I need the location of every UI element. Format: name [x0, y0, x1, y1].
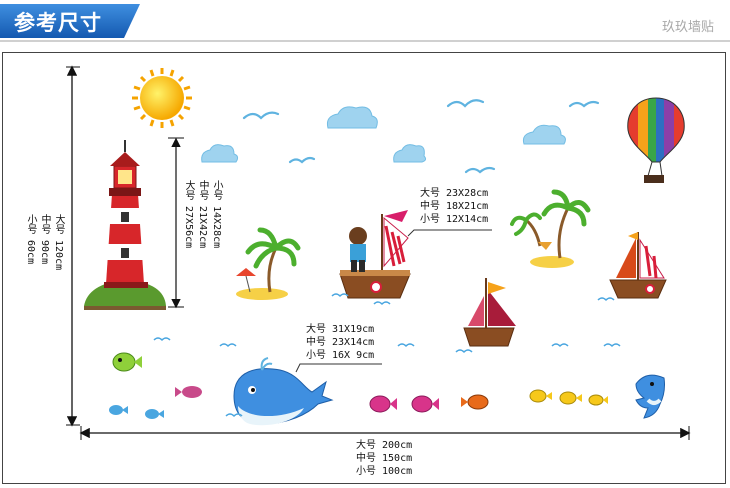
boat-small-label: 小号 12X14cm	[420, 214, 489, 225]
cloud-icon	[393, 144, 427, 163]
whale-large-label: 大号 31X19cm	[306, 324, 375, 335]
height-dimension-line	[66, 65, 80, 427]
fish-icon	[369, 395, 397, 413]
dolphin-icon	[635, 374, 665, 419]
cloud-icon	[201, 144, 239, 163]
width-small-label: 小号 100cm	[356, 466, 413, 477]
width-medium-label: 中号 150cm	[356, 453, 413, 464]
sailboat-icon	[463, 278, 516, 347]
fish-icon	[559, 391, 582, 405]
fish-icon	[588, 394, 608, 406]
palm-island-icon	[510, 189, 591, 268]
wave-icon	[331, 293, 349, 298]
boat-large-label: 大号 23X28cm	[420, 188, 489, 199]
fish-icon	[145, 409, 164, 419]
seagull-icon	[568, 100, 600, 108]
wave-icon	[219, 343, 237, 348]
sailboat-icon	[609, 232, 667, 299]
cloud-icon	[327, 106, 378, 129]
wave-icon	[397, 343, 415, 348]
fish-icon	[175, 386, 202, 398]
boat-medium-label: 中号 18X21cm	[420, 201, 489, 212]
width-large-label: 大号 200cm	[356, 440, 413, 451]
fish-icon	[461, 394, 489, 410]
hot-air-balloon-icon	[627, 97, 685, 183]
height-large-label: 大号 120cm	[53, 214, 64, 271]
palm-island-icon	[236, 227, 301, 300]
lighthouse-icon	[84, 140, 166, 310]
fish-icon	[112, 352, 142, 372]
whale-leader-line	[295, 363, 382, 373]
lighthouse-medium-label: 中号 21X42cm	[197, 180, 208, 249]
seagull-icon	[446, 99, 485, 108]
boat-leader-line	[407, 229, 492, 237]
wave-icon	[551, 343, 569, 348]
wave-icon	[455, 349, 473, 354]
lighthouse-large-label: 大号 27X56cm	[183, 180, 194, 249]
fish-icon	[529, 389, 552, 403]
height-small-label: 小号 60cm	[25, 214, 36, 265]
seagull-icon	[464, 166, 496, 174]
sailboat-icon	[339, 210, 411, 299]
wall-sticker-illustration	[66, 65, 691, 440]
height-medium-label: 中号 90cm	[39, 214, 50, 265]
wave-icon	[603, 343, 621, 348]
seagull-icon	[242, 111, 280, 120]
width-dimension-line	[79, 426, 691, 440]
wave-icon	[153, 337, 171, 342]
cloud-icon	[522, 124, 566, 145]
wave-icon	[373, 301, 391, 306]
whale-icon	[233, 357, 334, 426]
fish-icon	[109, 405, 128, 415]
sun-icon	[132, 68, 192, 128]
wave-icon	[597, 297, 615, 302]
fish-icon	[411, 395, 439, 413]
lighthouse-small-label: 小号 14X28cm	[211, 180, 222, 249]
whale-medium-label: 中号 23X14cm	[306, 337, 375, 348]
seagull-icon	[288, 156, 316, 164]
whale-small-label: 小号 16X 9cm	[306, 350, 375, 361]
